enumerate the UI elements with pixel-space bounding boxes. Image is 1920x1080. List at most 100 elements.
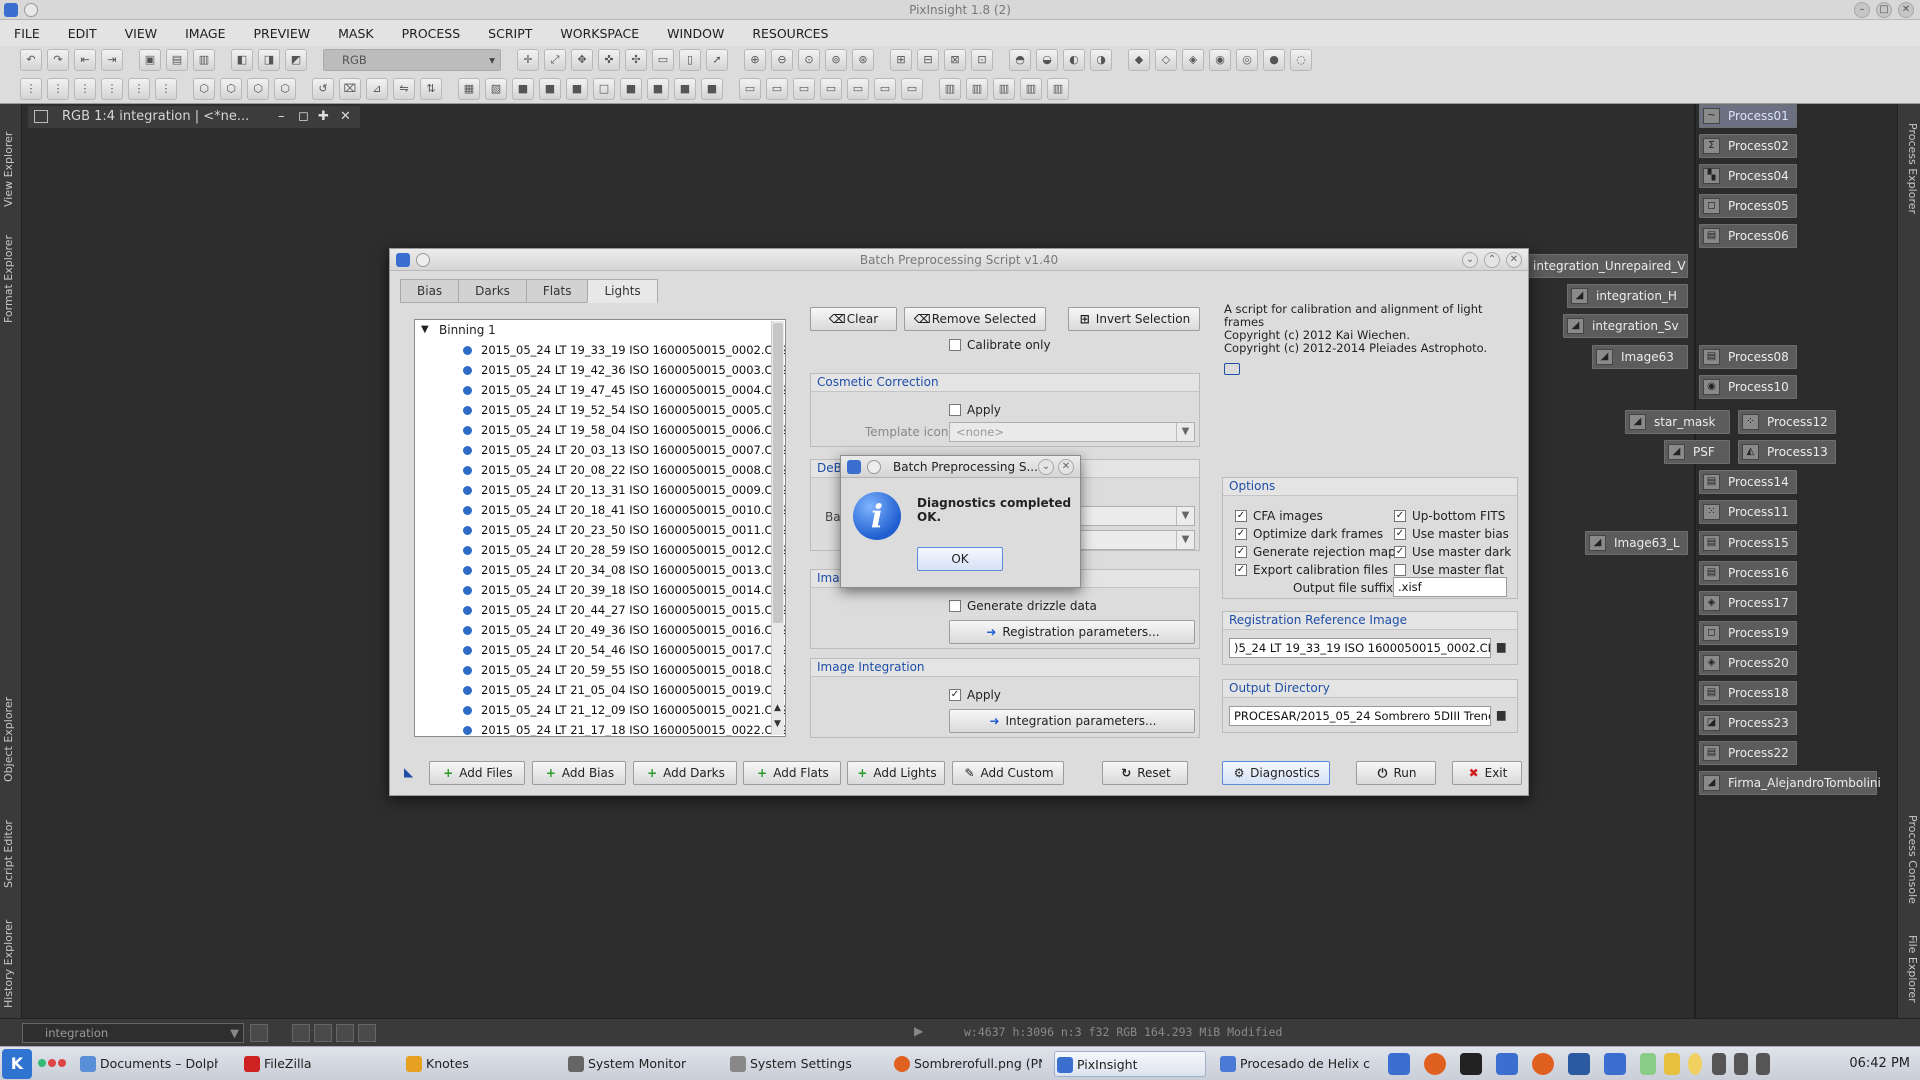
activity-dot-icon[interactable]: [48, 1059, 56, 1067]
display-icon-3[interactable]: ▭: [793, 77, 815, 100]
file-row[interactable]: 2015_05_24 LT 21_17_18 ISO 1600050015_00…: [415, 720, 785, 736]
view-explorer-tab[interactable]: View Explorer: [2, 114, 20, 224]
resample-icon[interactable]: ⊿: [366, 77, 388, 100]
template-icon-combo[interactable]: <none> ▼: [949, 422, 1195, 442]
file-row[interactable]: 2015_05_24 LT 21_05_04 ISO 1600050015_00…: [415, 680, 785, 700]
tab-darks[interactable]: Darks: [458, 279, 527, 303]
add-bias-button[interactable]: + Add Bias: [532, 761, 626, 785]
pixinsight-tray-icon[interactable]: [1388, 1053, 1410, 1075]
file-row[interactable]: 2015_05_24 LT 20_18_41 ISO 1600050015_00…: [415, 500, 785, 520]
zoom-in-icon[interactable]: ⊕: [744, 49, 766, 71]
process-icon[interactable]: ◈ Process20: [1699, 651, 1797, 675]
file-row[interactable]: 2015_05_24 LT 21_12_09 ISO 1600050015_00…: [415, 700, 785, 720]
task-filezilla[interactable]: FileZilla: [242, 1051, 362, 1077]
activity-dot-icon[interactable]: [58, 1059, 66, 1067]
minimize-icon[interactable]: ⌄: [1462, 252, 1478, 268]
mask-show-icon[interactable]: ◨: [258, 49, 280, 71]
mail-icon[interactable]: [1568, 1053, 1590, 1075]
task-firefox-image[interactable]: Sombrerofull.png (PN: [892, 1051, 1042, 1077]
menu-preview[interactable]: PREVIEW: [254, 26, 311, 41]
zoom-optimal-icon[interactable]: ⊛: [852, 49, 874, 71]
up-bottom-fits-checkbox[interactable]: ✓ Up-bottom FITS: [1394, 508, 1505, 524]
menu-view[interactable]: VIEW: [125, 26, 158, 41]
mask-mode-icon-8[interactable]: ■: [647, 77, 669, 100]
generate-drizzle-checkbox[interactable]: Generate drizzle data: [949, 598, 1097, 614]
file-row[interactable]: 2015_05_24 LT 19_58_04 ISO 1600050015_00…: [415, 420, 785, 440]
auto-stf-icon[interactable]: ◒: [1036, 49, 1058, 71]
terminal-icon[interactable]: [1460, 1053, 1482, 1075]
process-icon[interactable]: ◢ Image63: [1592, 345, 1688, 369]
volume-icon[interactable]: [1712, 1053, 1726, 1075]
process-icon[interactable]: ◢ Firma_AlejandroTombolini: [1699, 771, 1881, 795]
stf-link-icon[interactable]: ◑: [1090, 49, 1112, 71]
process-icon[interactable]: ▚ Process04: [1699, 164, 1797, 188]
collapse-arrow-icon[interactable]: ▼: [421, 320, 429, 340]
process-icon[interactable]: ▤ Process14: [1699, 470, 1797, 494]
menu-window[interactable]: WINDOW: [667, 26, 724, 41]
mask-mode-icon-10[interactable]: ■: [701, 77, 723, 100]
optimize-dark-frames-checkbox[interactable]: ✓ Optimize dark frames: [1235, 526, 1383, 542]
layout-icon-5[interactable]: ▥: [1047, 77, 1069, 100]
layout-icon-1[interactable]: ▥: [939, 77, 961, 100]
window-menu-icon[interactable]: [867, 460, 881, 474]
registration-parameters-button[interactable]: ➜ Registration parameters...: [949, 620, 1195, 644]
process-icon-7[interactable]: ◌: [1290, 49, 1312, 71]
pan-mode-icon[interactable]: ✥: [571, 49, 593, 71]
checkbox-box[interactable]: ✓: [1394, 510, 1406, 522]
zoom-1-1-icon[interactable]: ⊙: [798, 49, 820, 71]
task-knotes[interactable]: Knotes: [404, 1051, 524, 1077]
menu-process[interactable]: PROCESS: [402, 26, 461, 41]
process-icon[interactable]: ⁙ Process11: [1699, 500, 1797, 524]
layout-icon-3[interactable]: ▥: [993, 77, 1015, 100]
process-icon[interactable]: ▤ Process16: [1699, 561, 1797, 585]
tab-flats[interactable]: Flats: [525, 279, 589, 303]
file-row[interactable]: 2015_05_24 LT 20_44_27 ISO 1600050015_00…: [415, 600, 785, 620]
tree-group[interactable]: ▼ Binning 1: [415, 320, 785, 340]
pointer-icon[interactable]: ➚: [706, 49, 728, 71]
process-icon[interactable]: ◪ Process23: [1699, 711, 1797, 735]
fit-view-icon[interactable]: ⊞: [890, 49, 912, 71]
process-explorer-tab[interactable]: Process Explorer: [1901, 114, 1919, 224]
checkbox-box[interactable]: ✓: [1235, 510, 1247, 522]
tile-icon[interactable]: ⊠: [944, 49, 966, 71]
grid-icon-5[interactable]: ⋮: [128, 77, 150, 100]
checkbox-box[interactable]: ✓: [1235, 564, 1247, 576]
process-icon[interactable]: ◻ Process05: [1699, 194, 1797, 218]
grid-icon-1[interactable]: ⋮: [20, 77, 42, 100]
new-instance-icon[interactable]: ◣: [404, 765, 413, 779]
zoom-mode-icon[interactable]: ⤢: [544, 49, 566, 71]
zoom-fit-icon[interactable]: ⊚: [825, 49, 847, 71]
display-icon-7[interactable]: ▭: [901, 77, 923, 100]
add-darks-button[interactable]: + Add Darks: [633, 761, 737, 785]
file-row[interactable]: 2015_05_24 LT 19_42_36 ISO 1600050015_00…: [415, 360, 785, 380]
process-icon[interactable]: ◢ star_mask: [1625, 410, 1730, 434]
checkbox-box[interactable]: ✓: [1235, 528, 1247, 540]
mask-mode-icon-9[interactable]: ■: [674, 77, 696, 100]
process-console-tab[interactable]: Process Console: [1901, 804, 1919, 914]
minimize-icon[interactable]: –: [1854, 2, 1870, 18]
scroll-up-icon[interactable]: ▲: [774, 703, 781, 713]
mask-mode-icon-3[interactable]: ■: [512, 77, 534, 100]
rotate-icon[interactable]: ↺: [312, 77, 334, 100]
file-row[interactable]: 2015_05_24 LT 19_52_54 ISO 1600050015_00…: [415, 400, 785, 420]
folder-icon[interactable]: ▆: [1497, 708, 1513, 722]
mask-mode-icon-4[interactable]: ■: [539, 77, 561, 100]
object-explorer-tab[interactable]: Object Explorer: [2, 684, 20, 794]
mask-mode-icon-6[interactable]: □: [593, 77, 615, 100]
checkbox-box[interactable]: [949, 600, 961, 612]
generate-rejection-maps-checkbox[interactable]: ✓ Generate rejection maps: [1235, 544, 1402, 560]
preview-icon[interactable]: ▭: [652, 49, 674, 71]
use-master-bias-checkbox[interactable]: ✓ Use master bias: [1394, 526, 1509, 542]
restore-icon[interactable]: ◻: [298, 106, 309, 128]
grid-icon-2[interactable]: ⋮: [47, 77, 69, 100]
maximize-icon[interactable]: □: [1876, 2, 1892, 18]
grid-icon-3[interactable]: ⋮: [74, 77, 96, 100]
process-icon[interactable]: ◭ Process13: [1738, 440, 1836, 464]
history-explorer-tab[interactable]: History Explorer: [2, 909, 20, 1019]
checkbox-box[interactable]: [949, 404, 961, 416]
task-pixinsight[interactable]: PixInsight: [1054, 1051, 1206, 1077]
integration-parameters-button[interactable]: ➜ Integration parameters...: [949, 709, 1195, 733]
add-lights-button[interactable]: + Add Lights: [847, 761, 945, 785]
process-icon[interactable]: ◢integration_Unrepaired_V: [1504, 254, 1688, 278]
process-icon[interactable]: ~ Process01: [1699, 104, 1797, 128]
